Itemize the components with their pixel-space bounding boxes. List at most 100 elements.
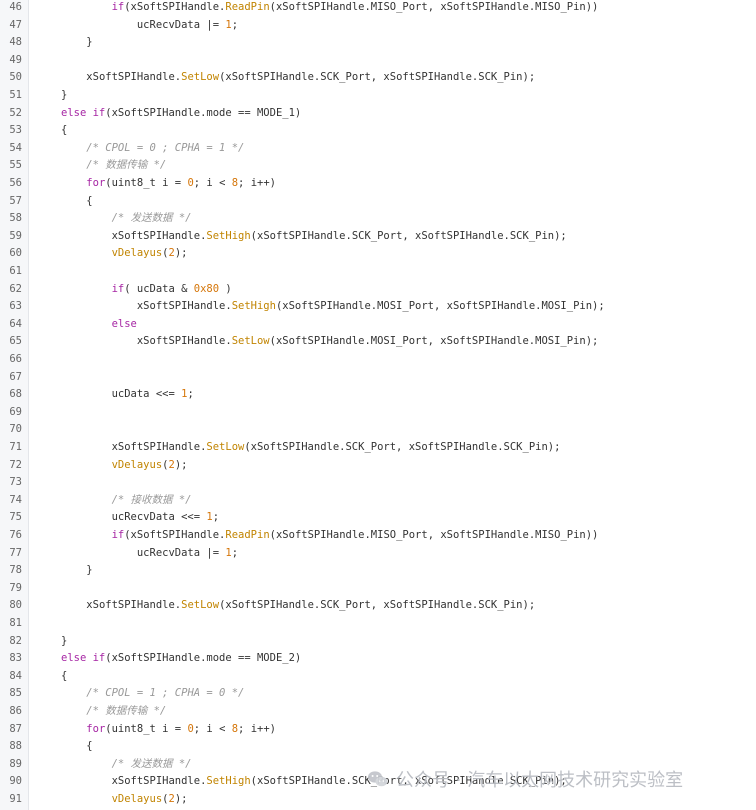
- line-number: 50: [9, 71, 22, 84]
- line-number: 82: [9, 634, 22, 647]
- code-text: {: [61, 668, 67, 686]
- code-token: ( ucData &: [124, 282, 194, 295]
- code-text: xSoftSPIHandle.SetLow(xSoftSPIHandle.SCK…: [61, 597, 535, 615]
- code-token: (xSoftSPIHandle.: [124, 1, 226, 13]
- code-line: 57 {: [0, 193, 756, 211]
- code-token: (uint8_t i =: [105, 722, 188, 735]
- code-line: 77 ucRecvData |= 1;: [0, 545, 756, 563]
- line-number: 69: [9, 405, 22, 418]
- code-text: }: [61, 562, 92, 580]
- line-number: 89: [9, 757, 22, 770]
- code-token: /* 数据传输 */: [86, 159, 167, 172]
- code-token: /* 数据传输 */: [86, 705, 167, 717]
- code-token: /* 发送数据 */: [111, 757, 192, 770]
- code-line: 73: [0, 474, 756, 492]
- code-line: 49: [0, 52, 756, 70]
- code-token: }: [61, 634, 68, 647]
- code-text: }: [61, 34, 92, 52]
- code-line: 66: [0, 351, 756, 369]
- code-token: /* CPOL = 1 ; CPHA = 0 */: [86, 687, 245, 700]
- code-token: xSoftSPIHandle.: [111, 775, 207, 788]
- code-token: SetLow: [181, 599, 220, 612]
- code-token: {: [61, 124, 68, 137]
- wechat-icon: [368, 771, 388, 787]
- code-token: ; i <: [193, 722, 232, 735]
- code-token: {: [86, 194, 93, 207]
- code-token: (xSoftSPIHandle.MISO_Port, xSoftSPIHandl…: [269, 529, 599, 541]
- line-number: 53: [9, 124, 22, 137]
- code-text: vDelayus(2);: [61, 457, 188, 475]
- code-line: 59 xSoftSPIHandle.SetHigh(xSoftSPIHandle…: [0, 228, 756, 246]
- code-line: 79: [0, 580, 756, 598]
- line-number: 54: [9, 141, 22, 154]
- line-number: 51: [9, 89, 22, 101]
- code-line: 74 /* 接收数据 */: [0, 492, 756, 510]
- code-token: );: [174, 458, 188, 471]
- code-token: xSoftSPIHandle.: [111, 441, 207, 453]
- code-line: 61: [0, 263, 756, 281]
- code-text: for(uint8_t i = 0; i < 8; i++): [61, 721, 276, 739]
- code-token: else if: [61, 652, 106, 665]
- code-text: {: [61, 193, 93, 211]
- code-text: vDelayus(2);: [61, 245, 188, 263]
- line-number: 48: [9, 36, 22, 49]
- line-number: 52: [9, 106, 22, 119]
- code-token: vDelayus: [111, 793, 163, 805]
- watermark: 公众号 · 汽车以太网技术研究实验室: [366, 766, 683, 792]
- code-token: ReadPin: [225, 529, 270, 541]
- code-text: xSoftSPIHandle.SetHigh(xSoftSPIHandle.MO…: [61, 298, 605, 316]
- code-token: /* 发送数据 */: [111, 212, 192, 225]
- code-line: 71 xSoftSPIHandle.SetLow(xSoftSPIHandle.…: [0, 439, 756, 457]
- line-number: 62: [9, 282, 22, 295]
- code-token: else if: [61, 106, 106, 119]
- code-text: xSoftSPIHandle.SetLow(xSoftSPIHandle.MOS…: [61, 333, 599, 351]
- line-number: 77: [9, 546, 22, 559]
- code-token: (xSoftSPIHandle.SCK_Port, xSoftSPIHandle…: [250, 229, 567, 242]
- line-number: 64: [9, 317, 22, 330]
- code-token: for: [86, 177, 106, 189]
- code-token: {: [86, 740, 93, 753]
- code-line: 88 {: [0, 738, 756, 756]
- code-token: 0x80: [193, 282, 220, 295]
- code-token: (uint8_t i =: [105, 177, 188, 189]
- code-token: (xSoftSPIHandle.SCK_Port, xSoftSPIHandle…: [244, 441, 561, 453]
- code-line: 72 vDelayus(2);: [0, 457, 756, 475]
- line-number: 47: [9, 18, 22, 31]
- code-line: 62 if( ucData & 0x80 ): [0, 281, 756, 299]
- code-line: 70: [0, 421, 756, 439]
- code-line: 46 if(xSoftSPIHandle.ReadPin(xSoftSPIHan…: [0, 0, 756, 17]
- code-token: ucRecvData |=: [136, 546, 226, 559]
- line-number: 79: [9, 581, 22, 594]
- code-token: );: [174, 247, 188, 260]
- code-line: 48 }: [0, 34, 756, 52]
- line-number: 80: [9, 599, 22, 612]
- code-text: ucRecvData |= 1;: [61, 17, 238, 35]
- code-token: (xSoftSPIHandle.mode == MODE_2): [105, 652, 302, 665]
- line-number: 65: [9, 335, 22, 348]
- code-text: /* 数据传输 */: [61, 703, 166, 721]
- code-token: SetHigh: [231, 300, 276, 313]
- line-number: 61: [9, 265, 22, 277]
- code-text: xSoftSPIHandle.SetHigh(xSoftSPIHandle.SC…: [61, 228, 567, 246]
- code-line: 53 {: [0, 122, 756, 140]
- code-line: 56 for(uint8_t i = 0; i < 8; i++): [0, 175, 756, 193]
- code-token: SetLow: [181, 71, 220, 84]
- code-line: 82}: [0, 633, 756, 651]
- code-token: ): [219, 282, 232, 295]
- code-line: 55 /* 数据传输 */: [0, 157, 756, 175]
- code-token: SetHigh: [206, 775, 251, 788]
- line-number: 72: [9, 458, 22, 471]
- code-text: if(xSoftSPIHandle.ReadPin(xSoftSPIHandle…: [61, 0, 599, 17]
- code-line: 64 else: [0, 316, 756, 334]
- code-token: xSoftSPIHandle.: [86, 71, 182, 84]
- code-text: /* CPOL = 0 ; CPHA = 1 */: [61, 140, 244, 158]
- code-line: 81: [0, 615, 756, 633]
- code-token: ucData <<=: [111, 388, 182, 401]
- code-line: 68 ucData <<= 1;: [0, 386, 756, 404]
- code-token: ucRecvData |=: [136, 18, 226, 31]
- line-number: 83: [9, 652, 22, 665]
- code-token: ; i <: [193, 177, 232, 189]
- code-token: ReadPin: [225, 1, 270, 13]
- code-text: ucData <<= 1;: [61, 386, 194, 404]
- line-number: 90: [9, 775, 22, 788]
